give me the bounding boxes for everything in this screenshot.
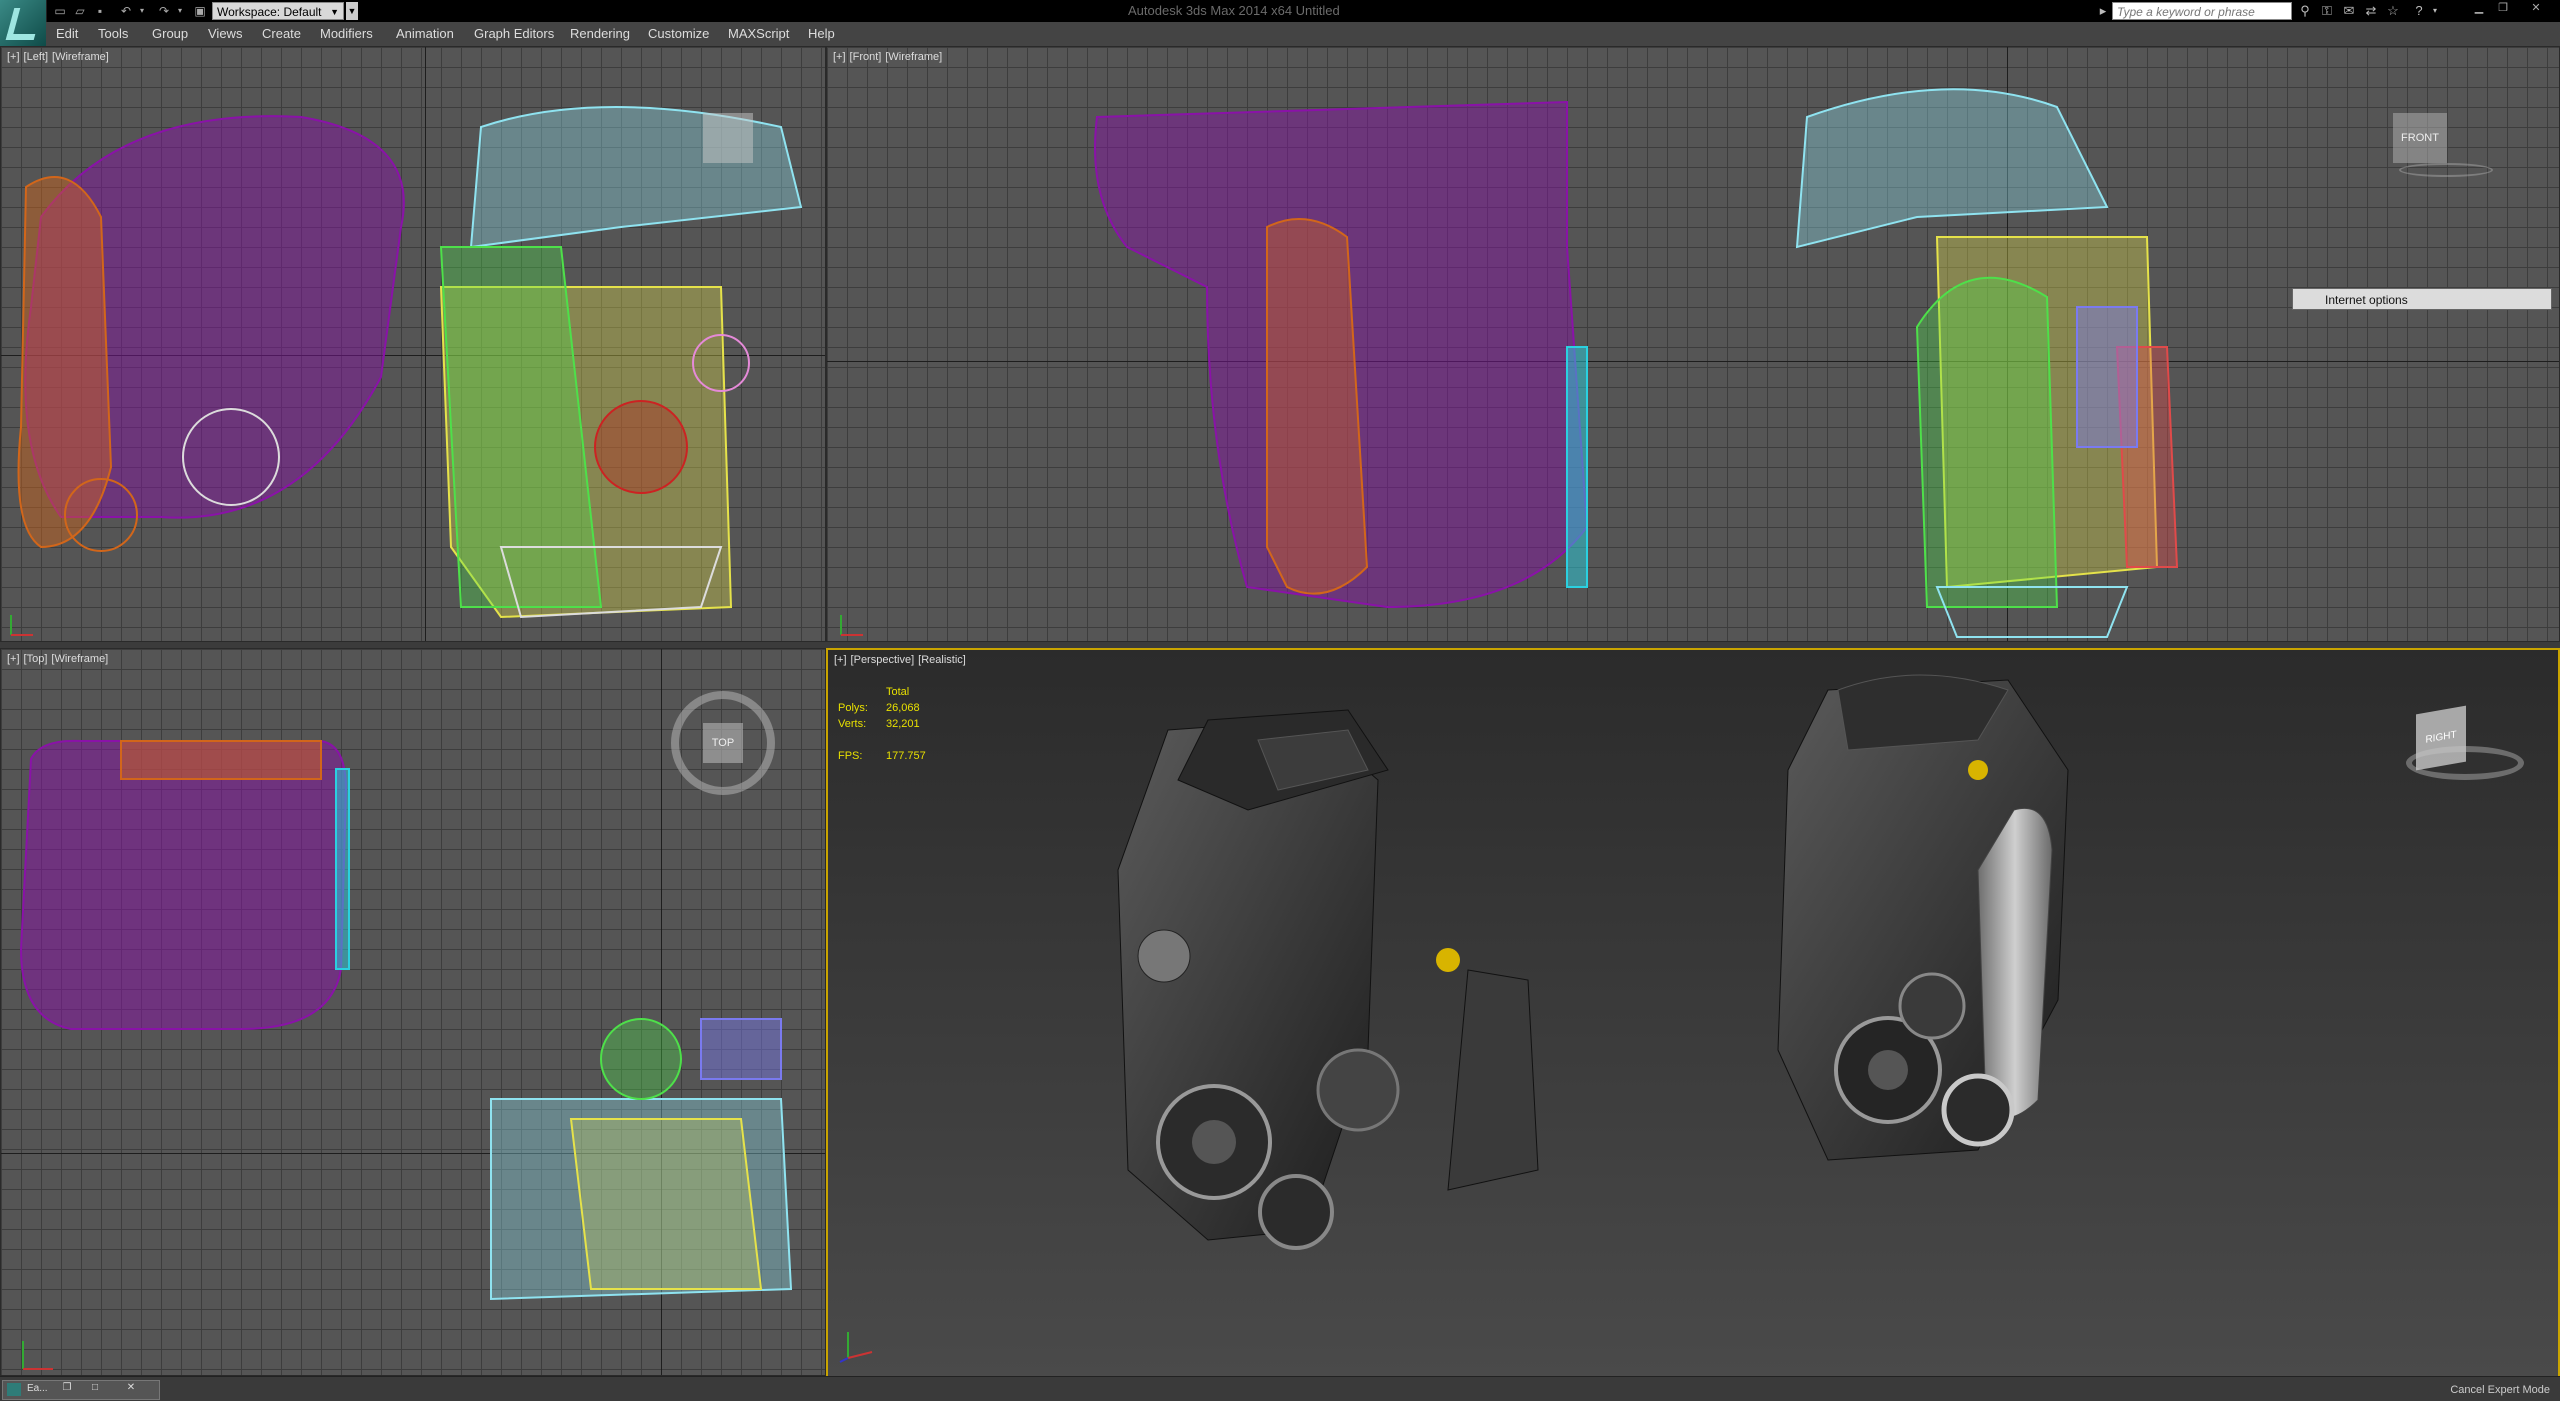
menu-rendering[interactable]: Rendering	[570, 26, 630, 41]
menu-edit[interactable]: Edit	[56, 26, 78, 41]
front-view-wireframe	[1094, 88, 2179, 638]
chevron-down-icon: ▼	[330, 7, 339, 17]
view-cube[interactable]: FRONT	[2393, 113, 2447, 163]
menu-modifiers[interactable]: Modifiers	[320, 26, 373, 41]
wire-alternator	[700, 1018, 782, 1080]
save-icon[interactable]: ▪	[92, 3, 108, 19]
menu-animation[interactable]: Animation	[396, 26, 454, 41]
wire-cylinder-head	[1795, 88, 2109, 249]
restore-icon[interactable]: ❐	[57, 1382, 77, 1396]
minimize-button[interactable]: ▁	[2468, 1, 2490, 15]
wire-fuel-rail	[1566, 346, 1588, 588]
menu-group[interactable]: Group	[152, 26, 188, 41]
cancel-expert-mode-button[interactable]: Cancel Expert Mode	[2450, 1384, 2550, 1396]
menu-bar: Edit Tools Group Views Create Modifiers …	[46, 22, 2560, 47]
wire-flywheel	[594, 400, 688, 494]
view-cube[interactable]	[703, 113, 753, 163]
viewport-left[interactable]: [+] [Left] [Wireframe]	[0, 46, 826, 642]
menu-maxscript[interactable]: MAXScript	[728, 26, 789, 41]
title-bar: ▭ ▱ ▪ ↶ ▾ ↷ ▾ ▣ Workspace: Default ▼ ▼ A…	[0, 0, 2560, 22]
project-folder-icon[interactable]: ▣	[192, 3, 208, 19]
redo-icon[interactable]: ↷	[156, 3, 172, 19]
redo-dropdown-icon[interactable]: ▾	[172, 3, 188, 19]
viewport-label[interactable]: [+] [Left] [Wireframe]	[7, 51, 113, 63]
menu-tools[interactable]: Tools	[98, 26, 128, 41]
viewport-top[interactable]: [+] [Top] [Wireframe] TOP	[0, 648, 826, 1376]
favorites-star-icon[interactable]: ☆	[2384, 2, 2402, 20]
search-input[interactable]: Type a keyword or phrase	[2112, 2, 2292, 20]
view-cube-label: FRONT	[2401, 132, 2439, 144]
minimized-window-label: Ea...	[27, 1383, 48, 1394]
wire-exhaust-runner	[17, 176, 113, 549]
menu-help[interactable]: Help	[808, 26, 835, 41]
status-bar: Ea... ❐ □ ✕ Cancel Expert Mode	[0, 1376, 2560, 1401]
wire-bracket	[2076, 306, 2138, 448]
minimized-window-button[interactable]: Ea... ❐ □ ✕	[2, 1380, 160, 1400]
window-title: Autodesk 3ds Max 2014 x64 Untitled	[1128, 3, 1340, 18]
axis-tripod-icon	[10, 615, 33, 636]
wire-crankcase	[1915, 276, 2059, 608]
app-logo-button[interactable]	[0, 0, 47, 46]
rendered-engines	[1117, 674, 2069, 1250]
exchange-icon[interactable]: ⇄	[2362, 2, 2380, 20]
axis-tripod-icon	[840, 615, 863, 636]
menu-views[interactable]: Views	[208, 26, 242, 41]
view-cube-ring[interactable]	[2399, 163, 2493, 177]
restore-button[interactable]: ❐	[2492, 1, 2514, 15]
open-file-icon[interactable]: ▱	[72, 3, 88, 19]
undo-dropdown-icon[interactable]: ▾	[134, 3, 150, 19]
menu-customize[interactable]: Customize	[648, 26, 709, 41]
wire-flywheel	[600, 1018, 682, 1100]
close-button[interactable]: ✕	[2518, 1, 2554, 15]
subscription-icon[interactable]: ⚿	[2318, 2, 2336, 20]
menu-create[interactable]: Create	[262, 26, 301, 41]
wire-intake-manifold	[19, 739, 348, 1030]
axis-tripod-icon	[22, 1341, 53, 1370]
undo-icon[interactable]: ↶	[118, 3, 134, 19]
view-cube[interactable]: TOP	[703, 723, 743, 763]
maximize-icon[interactable]: □	[85, 1382, 105, 1396]
app-icon	[7, 1383, 21, 1396]
view-cube-label: TOP	[711, 737, 735, 749]
communication-center-icon[interactable]: ✉	[2340, 2, 2358, 20]
close-icon[interactable]: ✕	[121, 1382, 141, 1396]
context-menu-internet-options[interactable]: Internet options	[2292, 288, 2552, 310]
viewport-perspective[interactable]: [+] [Perspective] [Realistic] Total Polys:…	[826, 648, 2560, 1382]
workspace-label: Workspace: Default	[217, 5, 322, 19]
viewport-label[interactable]: [+] [Top] [Wireframe]	[7, 653, 112, 665]
axis-tripod-icon	[839, 1332, 873, 1363]
expand-arrow-icon[interactable]: ▸	[2094, 2, 2112, 20]
engine-left-model	[1117, 709, 1539, 1250]
view-cube-label: RIGHT	[2425, 729, 2457, 746]
new-file-icon[interactable]: ▭	[52, 3, 68, 19]
help-dropdown-icon[interactable]: ▾	[2426, 2, 2444, 20]
view-cube-ring[interactable]	[2406, 746, 2524, 780]
quick-access-dropdown[interactable]: ▼	[346, 2, 358, 20]
viewport-front[interactable]: [+] [Front] [Wireframe] FRONT	[826, 46, 2560, 642]
binoculars-icon[interactable]: ⚲	[2296, 2, 2314, 20]
viewport-label[interactable]: [+] [Front] [Wireframe]	[833, 51, 946, 63]
engine-right-model	[1777, 674, 2069, 1161]
wire-bracket	[569, 1118, 763, 1290]
menu-graph-editors[interactable]: Graph Editors	[474, 26, 554, 41]
wire-fuel-rail	[335, 768, 350, 970]
wire-exhaust-top	[120, 740, 322, 780]
workspace-dropdown[interactable]: Workspace: Default ▼	[212, 2, 344, 20]
